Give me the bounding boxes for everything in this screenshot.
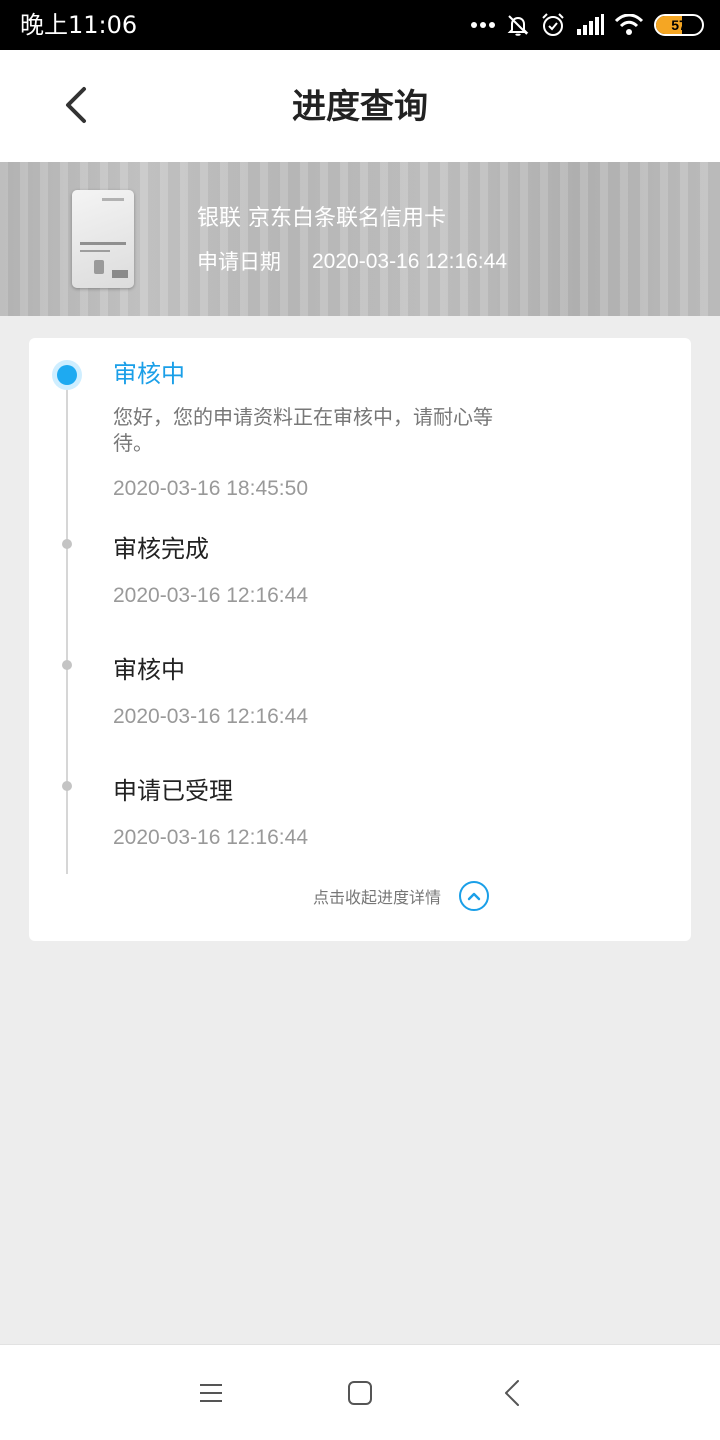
back-icon bbox=[505, 1380, 519, 1406]
collapse-progress-button[interactable]: 点击收起进度详情 bbox=[29, 878, 691, 914]
collapse-label: 点击收起进度详情 bbox=[312, 888, 441, 907]
menu-icon bbox=[200, 1384, 222, 1402]
progress-card: 审核中 您好，您的申请资料正在审核中，请耐心等待。 2020-03-16 18:… bbox=[29, 338, 691, 941]
current-step-description: 您好，您的申请资料正在审核中，请耐心等待。 bbox=[113, 405, 493, 455]
card-name: 银联 京东白条联名信用卡 bbox=[197, 206, 446, 231]
battery-icon: 57 bbox=[654, 14, 704, 36]
step-dot bbox=[62, 781, 72, 791]
status-icons: 57 bbox=[470, 10, 704, 40]
home-icon bbox=[348, 1381, 372, 1405]
application-date-value: 2020-03-16 12:16:44 bbox=[312, 250, 507, 273]
current-step-title: 审核中 bbox=[113, 360, 185, 388]
timeline-line bbox=[66, 374, 68, 874]
bell-muted-icon bbox=[506, 13, 530, 37]
card-banner: 银联 京东白条联名信用卡 申请日期 2020-03-16 12:16:44 bbox=[0, 162, 720, 316]
wifi-icon bbox=[614, 14, 644, 36]
status-bar: 晚上11:06 57 bbox=[0, 0, 720, 50]
system-nav-bar bbox=[0, 1344, 720, 1440]
home-button[interactable] bbox=[340, 1375, 380, 1411]
step-title: 审核完成 bbox=[113, 535, 209, 563]
step-time: 2020-03-16 12:16:44 bbox=[113, 705, 308, 728]
step-title: 审核中 bbox=[113, 656, 185, 684]
alarm-icon bbox=[540, 12, 566, 38]
current-step-dot bbox=[52, 360, 82, 390]
step-time: 2020-03-16 12:16:44 bbox=[113, 584, 308, 607]
signal-icon bbox=[576, 14, 604, 36]
menu-button[interactable] bbox=[191, 1375, 231, 1411]
system-back-button[interactable] bbox=[492, 1375, 532, 1411]
battery-level: 57 bbox=[671, 17, 687, 33]
page-title: 进度查询 bbox=[292, 87, 428, 127]
step-title: 申请已受理 bbox=[113, 777, 233, 805]
current-step-time: 2020-03-16 18:45:50 bbox=[113, 477, 308, 500]
application-date-label: 申请日期 bbox=[197, 250, 281, 274]
more-dots-icon bbox=[470, 21, 496, 29]
chevron-up-circle-icon bbox=[459, 881, 489, 911]
step-dot bbox=[62, 539, 72, 549]
status-time: 晚上11:06 bbox=[20, 11, 138, 39]
credit-card-image bbox=[72, 190, 134, 288]
step-dot bbox=[62, 660, 72, 670]
header: 进度查询 bbox=[0, 50, 720, 162]
step-time: 2020-03-16 12:16:44 bbox=[113, 826, 308, 849]
